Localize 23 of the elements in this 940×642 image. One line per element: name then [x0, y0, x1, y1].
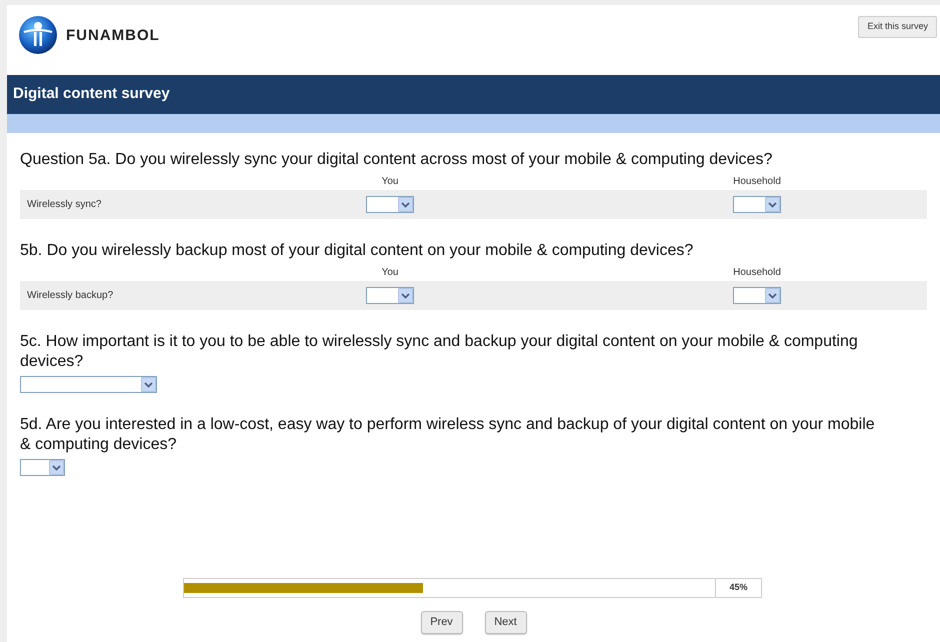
question-text: 5d. Are you interested in a low-cost, easy way to perform wireless sync and backup of your digital content on your mobile & computing devices?: [20, 415, 876, 455]
question-text: Question 5a. Do you wirelessly sync your digital content across most of your mobile & computing devices?: [20, 150, 774, 170]
question-text: 5b. Do you wirelessly backup most of your digital content on your mobile & computing devices?: [20, 241, 694, 261]
dropdown[interactable]: [20, 459, 65, 476]
column-header: Household: [733, 266, 781, 280]
row-label: Wirelessly backup?: [26, 289, 114, 303]
dropdown[interactable]: [20, 376, 157, 393]
column-header: Household: [733, 175, 781, 189]
row-label: Wirelessly sync?: [26, 198, 102, 212]
column-header: You: [382, 175, 398, 189]
progress-percent: 45%: [715, 578, 762, 598]
dropdown[interactable]: [366, 287, 414, 304]
exit-survey-button[interactable]: Exit this survey: [858, 16, 937, 38]
nav-button[interactable]: Next: [484, 611, 526, 634]
logo-text: FUNAMBOL: [66, 26, 160, 46]
dropdown[interactable]: [366, 196, 414, 213]
logo-icon: [18, 15, 58, 57]
dropdown[interactable]: [733, 287, 781, 304]
survey-title: Digital content survey: [13, 84, 170, 104]
nav-button[interactable]: Prev: [420, 611, 462, 634]
question-text: 5c. How important is it to you to be able to wirelessly sync and backup your digital content on your mobile & computing devices?: [20, 332, 859, 372]
dropdown[interactable]: [733, 196, 781, 213]
column-header: You: [382, 266, 398, 280]
